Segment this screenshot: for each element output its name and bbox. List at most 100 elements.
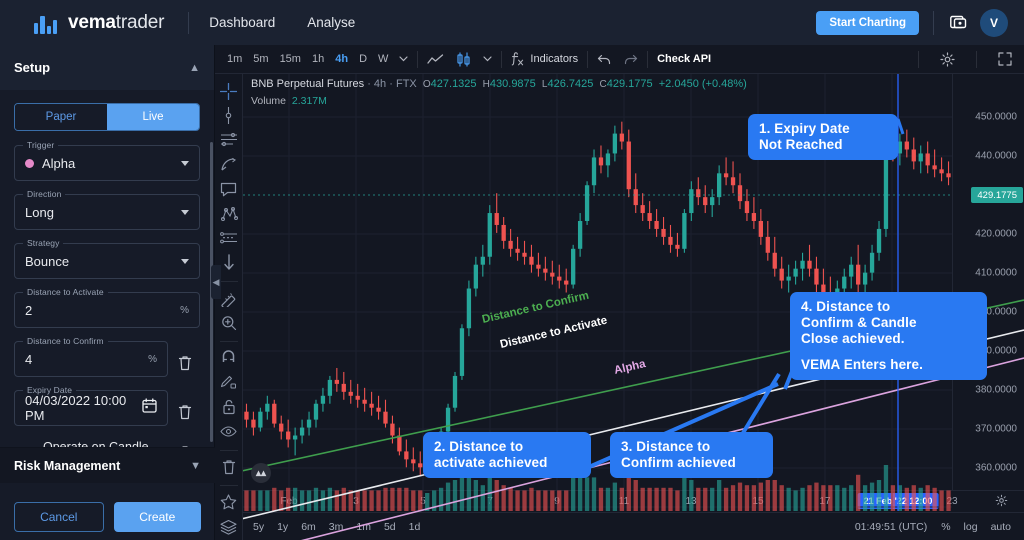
sidebar-collapse-handle[interactable]: ◀	[211, 265, 221, 299]
fullscreen-icon[interactable]	[998, 52, 1012, 66]
chevron-down-icon[interactable]	[181, 209, 189, 215]
horizontal-lines-icon[interactable]	[218, 129, 240, 151]
price-tick-420: 420.0000	[975, 228, 1017, 240]
range-6m[interactable]: 6m	[301, 521, 316, 533]
toolbar-divider-4	[647, 50, 649, 68]
layers-icon[interactable]	[218, 516, 240, 538]
distance-to-activate-input[interactable]: Distance to Activate 2 %	[14, 287, 200, 328]
crosshair-icon[interactable]	[218, 80, 240, 102]
redo-icon[interactable]	[623, 54, 638, 65]
timeframe-15m[interactable]: 15m	[280, 53, 301, 65]
range-5y[interactable]: 5y	[253, 521, 264, 533]
callout-3-distance-confirm: 3. Distance to Confirm achieved	[610, 432, 773, 478]
chevron-down-icon[interactable]	[181, 160, 189, 166]
gear-icon[interactable]	[940, 51, 955, 67]
time-axis-settings-icon[interactable]	[995, 494, 1008, 512]
zoom-in-icon[interactable]	[218, 311, 240, 333]
crosshair-time-badge: 21 Feb '22 12:00	[857, 493, 939, 509]
chevron-down-icon[interactable]: ▼	[190, 460, 201, 472]
pencil-lock-icon[interactable]	[218, 371, 240, 393]
line-chart-type-icon[interactable]	[427, 53, 444, 65]
distance-to-activate-value: 2	[25, 302, 33, 318]
toolbar-separator-4	[219, 485, 238, 487]
callout-4-line-5: VEMA Enters here.	[801, 356, 923, 372]
mode-paper-button[interactable]: Paper	[15, 104, 107, 130]
callout-4-line-3: Close achieved.	[801, 330, 905, 346]
range-5d[interactable]: 5d	[384, 521, 396, 533]
price-tick-450: 450.0000	[975, 111, 1017, 123]
eye-icon[interactable]	[218, 420, 240, 442]
timeframe-4h[interactable]: 4h	[335, 53, 348, 65]
trend-line-icon[interactable]	[218, 104, 240, 126]
magnet-icon[interactable]	[218, 347, 240, 369]
ohlc-low: 426.7425	[547, 78, 594, 90]
indicators-fx-icon[interactable]	[511, 52, 524, 66]
trash-icon[interactable]	[218, 456, 240, 478]
risk-management-section-header[interactable]: Risk Management ▼	[0, 447, 215, 483]
ohlc-high: 430.9875	[489, 78, 536, 90]
timeframe-1h[interactable]: 1h	[312, 53, 324, 65]
chart-legend-ohlc: BNB Perpetual Futures · 4h · FTX O427.13…	[251, 78, 747, 90]
distance-to-activate-label: Distance to Activate	[23, 287, 108, 297]
undo-icon[interactable]	[597, 54, 612, 65]
start-charting-button[interactable]: Start Charting	[816, 10, 919, 35]
range-1y[interactable]: 1y	[277, 521, 288, 533]
mode-live-button[interactable]: Live	[107, 104, 199, 130]
pattern-icon[interactable]	[218, 202, 240, 224]
lock-icon[interactable]	[218, 396, 240, 418]
toolbar-separator-2	[219, 340, 238, 342]
cancel-button[interactable]: Cancel	[14, 502, 104, 532]
user-avatar[interactable]: V	[980, 8, 1008, 37]
range-1m[interactable]: 1m	[356, 521, 371, 533]
trigger-select[interactable]: Trigger Alpha	[14, 140, 200, 181]
candlestick-chart-type-icon[interactable]	[456, 52, 472, 67]
last-price-badge: 429.1775	[971, 187, 1023, 203]
calendar-icon[interactable]	[142, 398, 157, 418]
ohlc-close: 429.1775	[606, 78, 653, 90]
nav-item-analyse[interactable]: Analyse	[307, 15, 355, 30]
check-api-button[interactable]: Check API	[657, 53, 711, 65]
text-balloon-icon[interactable]	[218, 178, 240, 200]
brand-logo[interactable]: vematrader	[34, 12, 164, 34]
setup-form: Paper Live Trigger Alpha Direction Long …	[0, 90, 214, 475]
volume-label: Volume	[251, 95, 287, 107]
callout-2-line-1: 2. Distance to	[434, 439, 524, 454]
delete-distance-to-confirm-icon[interactable]	[178, 355, 200, 376]
chart-type-dropdown-chevron-icon[interactable]	[483, 56, 493, 62]
scale-percent-button[interactable]: %	[941, 521, 950, 533]
timeframe-dropdown-chevron-icon[interactable]	[399, 56, 409, 62]
timeframe-1m[interactable]: 1m	[227, 53, 242, 65]
indicators-button[interactable]: Indicators	[530, 53, 578, 65]
nav-item-dashboard[interactable]: Dashboard	[209, 15, 275, 30]
timeframe-w[interactable]: W	[378, 53, 388, 65]
expiry-date-input[interactable]: Expiry Date 04/03/2022 10:00 PM	[14, 385, 168, 426]
brand-name-bold: vema	[68, 11, 116, 33]
range-3m[interactable]: 3m	[329, 521, 344, 533]
setup-panel-title: Setup	[14, 60, 51, 75]
fib-tools-icon[interactable]	[218, 227, 240, 249]
header-actions: Start Charting V	[816, 8, 1008, 37]
tradingview-logo-icon[interactable]: ▴▴	[251, 463, 271, 483]
trendline-label-confirm: Distance to Confirm	[481, 290, 590, 326]
star-icon[interactable]	[218, 491, 240, 513]
header-divider-2	[933, 10, 934, 35]
trigger-color-dot-icon	[25, 158, 34, 168]
pitchfork-icon[interactable]	[218, 153, 240, 175]
delete-expiry-date-icon[interactable]	[178, 404, 200, 425]
time-axis[interactable]: Feb 3 5 7 9 11 13 15 17 19 21 Feb '22 12…	[243, 490, 1024, 511]
chart-plot-area[interactable]: BNB Perpetual Futures · 4h · FTX O427.13…	[243, 74, 1024, 540]
range-1d[interactable]: 1d	[409, 521, 421, 533]
scale-auto-button[interactable]: auto	[991, 521, 1011, 533]
chevron-up-icon[interactable]: ▲	[189, 62, 200, 74]
setup-panel-header[interactable]: Setup ▲	[0, 45, 214, 90]
timeframe-5m[interactable]: 5m	[253, 53, 268, 65]
chevron-down-icon[interactable]	[181, 258, 189, 264]
direction-select[interactable]: Direction Long	[14, 189, 200, 230]
create-button[interactable]: Create	[113, 502, 201, 532]
strategy-select[interactable]: Strategy Bounce	[14, 238, 200, 279]
timeframe-d[interactable]: D	[359, 53, 367, 65]
distance-to-confirm-input[interactable]: Distance to Confirm 4 %	[14, 336, 168, 377]
wallet-icon[interactable]	[948, 13, 968, 33]
scale-log-button[interactable]: log	[964, 521, 978, 533]
callout-4-line-2: Confirm & Candle	[801, 314, 917, 330]
